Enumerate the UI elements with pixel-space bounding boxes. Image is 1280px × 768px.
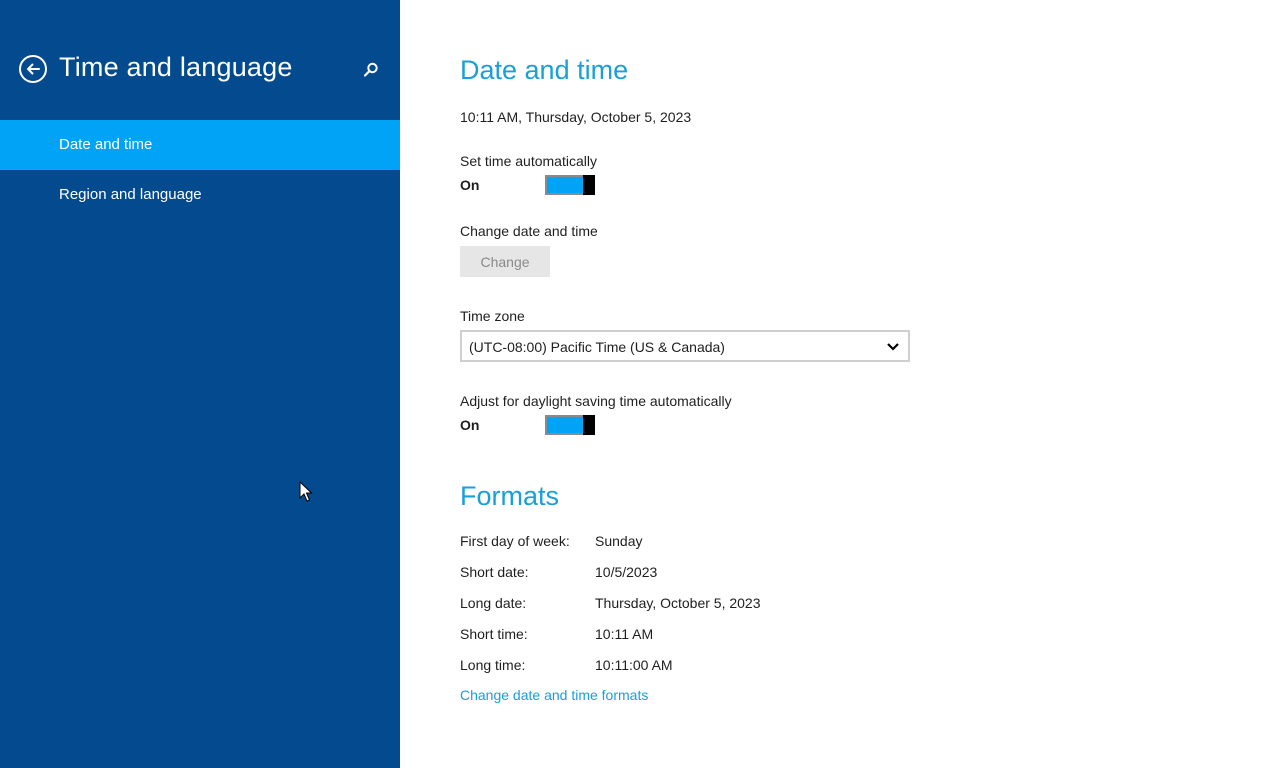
time-zone-label: Time zone xyxy=(460,308,525,324)
set-time-automatically-toggle[interactable] xyxy=(545,175,595,195)
toggle-fill xyxy=(547,417,583,433)
sidebar: Time and language Date and time Region a… xyxy=(0,0,400,768)
long-time-label: Long time: xyxy=(460,657,526,673)
current-date-time: 10:11 AM, Thursday, October 5, 2023 xyxy=(460,109,692,125)
daylight-saving-state: On xyxy=(460,417,480,433)
chevron-down-icon xyxy=(887,343,899,351)
back-button[interactable] xyxy=(19,55,47,83)
sidebar-item-date-and-time[interactable]: Date and time xyxy=(0,120,400,170)
long-date-value: Thursday, October 5, 2023 xyxy=(595,595,761,611)
first-day-of-week-label: First day of week: xyxy=(460,533,570,549)
change-formats-link[interactable]: Change date and time formats xyxy=(460,687,648,703)
change-button[interactable]: Change xyxy=(460,246,550,277)
daylight-saving-label: Adjust for daylight saving time automati… xyxy=(460,393,732,409)
sidebar-item-region-and-language[interactable]: Region and language xyxy=(0,170,400,220)
mouse-cursor-icon xyxy=(299,481,313,502)
time-zone-value: (UTC-08:00) Pacific Time (US & Canada) xyxy=(469,339,725,355)
set-time-automatically-label: Set time automatically xyxy=(460,153,597,169)
main-content: Date and time 10:11 AM, Thursday, Octobe… xyxy=(460,0,1260,768)
date-and-time-heading: Date and time xyxy=(460,55,629,85)
sidebar-nav: Date and time Region and language xyxy=(0,120,400,220)
page-title: Time and language xyxy=(59,52,293,82)
first-day-of-week-value: Sunday xyxy=(595,533,643,549)
sidebar-header: Time and language xyxy=(0,0,400,120)
search-icon xyxy=(363,62,378,77)
search-button[interactable] xyxy=(362,61,380,79)
toggle-thumb[interactable] xyxy=(583,415,595,435)
daylight-saving-toggle[interactable] xyxy=(545,415,595,435)
back-arrow-icon xyxy=(27,63,40,75)
change-date-time-label: Change date and time xyxy=(460,223,598,239)
short-date-label: Short date: xyxy=(460,564,529,580)
set-time-automatically-state: On xyxy=(460,177,480,193)
short-time-value: 10:11 AM xyxy=(595,626,654,642)
time-zone-select[interactable]: (UTC-08:00) Pacific Time (US & Canada) xyxy=(460,330,910,362)
short-time-label: Short time: xyxy=(460,626,528,642)
toggle-fill xyxy=(547,177,583,193)
toggle-thumb[interactable] xyxy=(583,175,595,195)
short-date-value: 10/5/2023 xyxy=(595,564,658,580)
formats-heading: Formats xyxy=(460,481,560,511)
long-date-label: Long date: xyxy=(460,595,527,611)
long-time-value: 10:11:00 AM xyxy=(595,657,673,673)
